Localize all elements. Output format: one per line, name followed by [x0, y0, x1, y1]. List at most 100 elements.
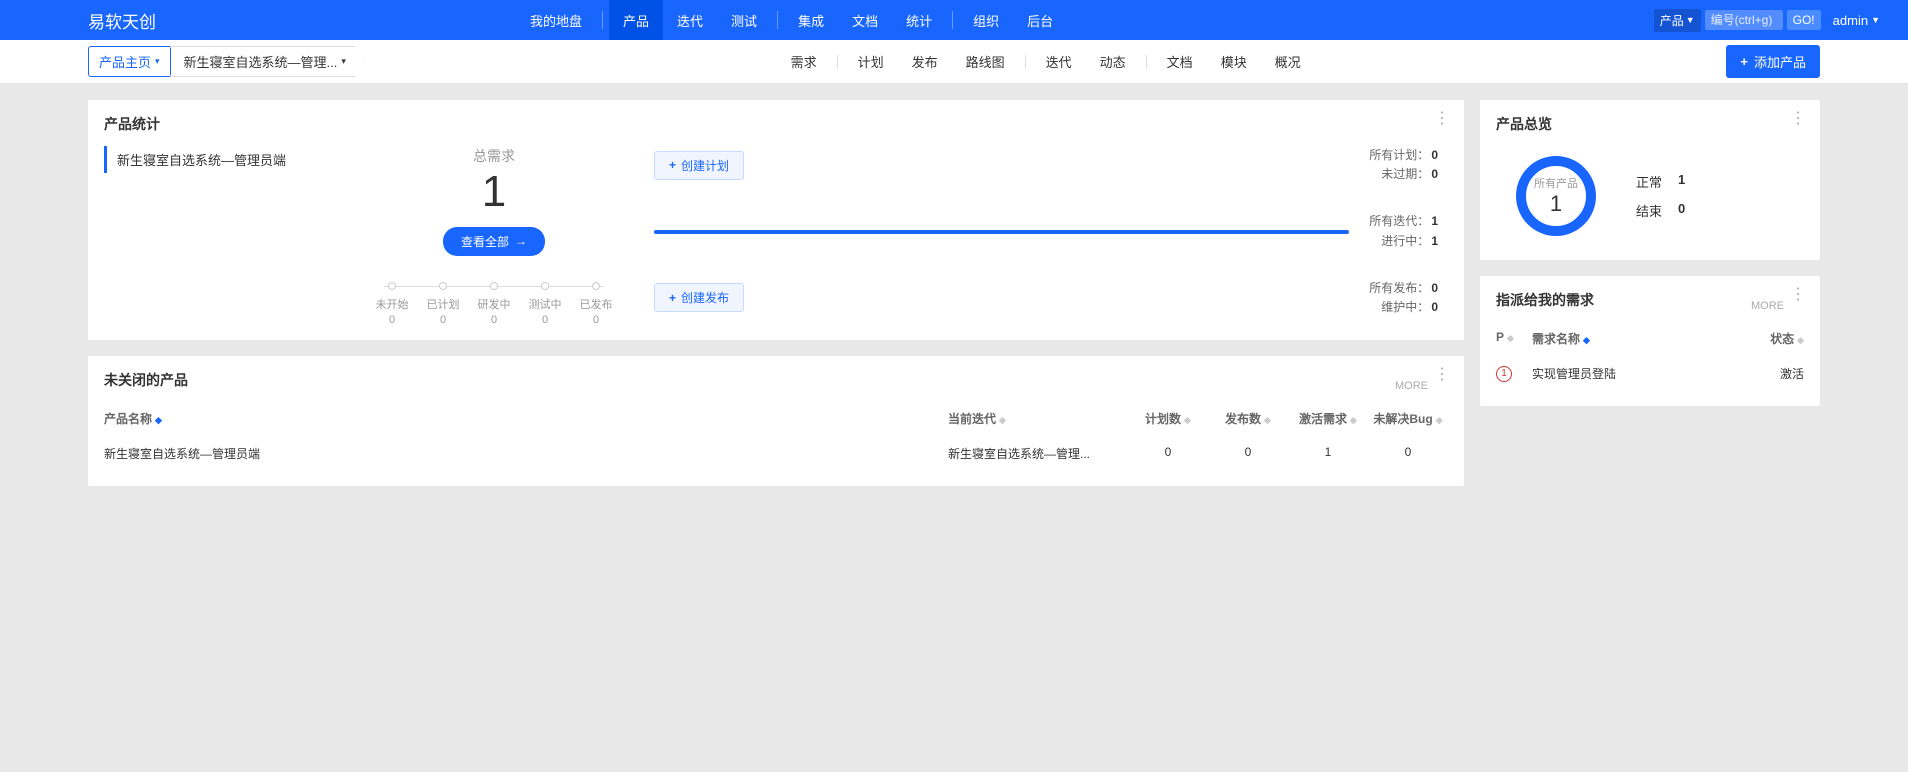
- nav-stats[interactable]: 统计: [892, 0, 946, 40]
- subnav-separator: [1146, 55, 1147, 69]
- subnav-activity[interactable]: 动态: [1086, 52, 1140, 71]
- selected-product[interactable]: 新生寝室自选系统—管理员端: [104, 146, 334, 173]
- sort-icon[interactable]: ◆: [1583, 335, 1590, 345]
- stats-row-iteration: 所有迭代：1 进行中：1: [654, 212, 1438, 250]
- col-open-bugs[interactable]: 未解决Bug◆: [1368, 410, 1448, 427]
- user-menu[interactable]: admin▼: [1825, 13, 1888, 28]
- sort-icon[interactable]: ◆: [1184, 415, 1191, 425]
- subnav-doc[interactable]: 文档: [1153, 52, 1207, 71]
- assigned-table-row[interactable]: 1 实现管理员登陆 激活: [1496, 355, 1804, 392]
- sort-icon[interactable]: ◆: [1350, 415, 1357, 425]
- assigned-table-header: P◆ 需求名称◆ 状态◆: [1496, 322, 1804, 355]
- nav-doc[interactable]: 文档: [838, 0, 892, 40]
- nav-product[interactable]: 产品: [609, 0, 663, 40]
- kv-label: 维护中：: [1381, 300, 1429, 314]
- card-menu-icon[interactable]: ⋮: [1434, 370, 1450, 380]
- create-release-button[interactable]: 创建发布: [654, 283, 744, 312]
- col-label: P: [1496, 330, 1504, 344]
- sort-icon[interactable]: ◆: [999, 415, 1006, 425]
- search-input[interactable]: [1705, 10, 1783, 30]
- nav-admin[interactable]: 后台: [1013, 0, 1067, 40]
- kv-value: 0: [1431, 167, 1438, 181]
- view-all-button[interactable]: 查看全部→: [443, 227, 545, 256]
- create-plan-button[interactable]: 创建计划: [654, 151, 744, 180]
- subnav-plan[interactable]: 计划: [844, 52, 898, 71]
- sub-nav-bar: 产品主页 ▾ 新生寝室自选系统—管理... ▾ 需求 计划 发布 路线图 迭代 …: [0, 40, 1908, 84]
- card-title: 产品总览: [1496, 114, 1804, 134]
- plan-stats: 所有计划：0 未过期：0: [1369, 146, 1438, 184]
- brand-logo[interactable]: 易软天创: [88, 8, 156, 33]
- iteration-stats: 所有迭代：1 进行中：1: [1369, 212, 1438, 250]
- cell-status: 激活: [1754, 365, 1804, 382]
- col-status[interactable]: 状态◆: [1754, 330, 1804, 347]
- col-label: 发布数: [1225, 412, 1261, 426]
- sort-icon[interactable]: ◆: [1264, 415, 1271, 425]
- unclosed-table: 产品名称◆ 当前迭代◆ 计划数◆ 发布数◆ 激活需求◆ 未解决Bug◆ 新生寝室…: [104, 402, 1448, 472]
- topbar-left: 易软天创 我的地盘 产品 迭代 测试 集成 文档 统计 组织 后台: [88, 0, 1067, 40]
- subnav-story[interactable]: 需求: [777, 52, 831, 71]
- sort-icon[interactable]: ◆: [155, 415, 162, 425]
- top-nav-bar: 易软天创 我的地盘 产品 迭代 测试 集成 文档 统计 组织 后台 产品▼ GO…: [0, 0, 1908, 40]
- breadcrumb-home[interactable]: 产品主页 ▾: [88, 46, 171, 77]
- search-type-dropdown[interactable]: 产品▼: [1654, 9, 1701, 32]
- breadcrumb-product[interactable]: 新生寝室自选系统—管理... ▾: [170, 46, 365, 77]
- card-menu-icon[interactable]: ⋮: [1434, 114, 1450, 124]
- search-go-button[interactable]: GO!: [1787, 10, 1821, 30]
- card-title: 指派给我的需求: [1496, 290, 1594, 310]
- sort-icon[interactable]: ◆: [1797, 335, 1804, 345]
- nav-dashboard[interactable]: 我的地盘: [516, 0, 596, 40]
- subnav-roadmap[interactable]: 路线图: [952, 52, 1019, 71]
- subnav-overview[interactable]: 概况: [1261, 52, 1315, 71]
- nav-iteration[interactable]: 迭代: [663, 0, 717, 40]
- top-nav: 我的地盘 产品 迭代 测试 集成 文档 统计 组织 后台: [516, 0, 1067, 40]
- cell-story-name: 实现管理员登陆: [1532, 365, 1754, 382]
- card-menu-icon[interactable]: ⋮: [1790, 114, 1806, 124]
- kv-label: 未过期：: [1381, 167, 1429, 181]
- nav-separator: [952, 11, 953, 29]
- sort-icon[interactable]: ◆: [1436, 415, 1443, 425]
- create-release-label: 创建发布: [681, 289, 729, 306]
- flow-label: 研发中: [478, 296, 511, 312]
- side-column: ⋮ 产品总览 所有产品 1 正常1 结束0 ⋮ 指派给我的需求 MORE P◆: [1480, 100, 1820, 406]
- more-link[interactable]: MORE: [1395, 380, 1428, 392]
- col-product-name[interactable]: 产品名称◆: [104, 410, 948, 427]
- col-current-iteration[interactable]: 当前迭代◆: [948, 410, 1128, 427]
- col-label: 状态: [1770, 332, 1794, 346]
- nav-test[interactable]: 测试: [717, 0, 771, 40]
- subnav-module[interactable]: 模块: [1207, 52, 1261, 71]
- nav-org[interactable]: 组织: [959, 0, 1013, 40]
- card-menu-icon[interactable]: ⋮: [1790, 290, 1806, 300]
- kv-value: 0: [1431, 281, 1438, 295]
- sort-icon[interactable]: ◆: [1507, 333, 1514, 343]
- subnav-release[interactable]: 发布: [898, 52, 952, 71]
- col-active-stories[interactable]: 激活需求◆: [1288, 410, 1368, 427]
- topbar-right: 产品▼ GO! admin▼: [1654, 9, 1908, 32]
- flow-count: 0: [580, 314, 613, 326]
- plus-icon: [669, 158, 678, 172]
- unclosed-products-card: ⋮ 未关闭的产品 MORE 产品名称◆ 当前迭代◆ 计划数◆ 发布数◆ 激活需求…: [88, 356, 1464, 486]
- stat-value: 0: [1678, 201, 1685, 220]
- col-story-name[interactable]: 需求名称◆: [1532, 330, 1754, 347]
- more-link[interactable]: MORE: [1751, 300, 1784, 312]
- col-release-count[interactable]: 发布数◆: [1208, 410, 1288, 427]
- subnav-separator: [1025, 55, 1026, 69]
- total-stories-value: 1: [354, 166, 634, 219]
- subnav-iteration[interactable]: 迭代: [1032, 52, 1086, 71]
- flow-count: 0: [529, 314, 562, 326]
- table-row[interactable]: 新生寝室自选系统—管理员端 新生寝室自选系统—管理... 0 0 1 0: [104, 435, 1448, 472]
- ring-value: 1: [1550, 191, 1562, 217]
- flow-dot-icon: [388, 282, 396, 290]
- col-plan-count[interactable]: 计划数◆: [1128, 410, 1208, 427]
- col-priority[interactable]: P◆: [1496, 330, 1532, 347]
- chevron-down-icon: ▾: [341, 56, 346, 67]
- view-all-label: 查看全部: [461, 233, 509, 250]
- flow-count: 0: [478, 314, 511, 326]
- card-header: 未关闭的产品 MORE: [104, 370, 1448, 402]
- flow-step: 研发中 0: [478, 282, 511, 326]
- add-product-button[interactable]: 添加产品: [1726, 45, 1820, 78]
- nav-integration[interactable]: 集成: [784, 0, 838, 40]
- nav-separator: [777, 11, 778, 29]
- sub-nav: 需求 计划 发布 路线图 迭代 动态 文档 模块 概况: [777, 52, 1315, 71]
- ring-label: 所有产品: [1534, 175, 1578, 191]
- col-label: 计划数: [1145, 412, 1181, 426]
